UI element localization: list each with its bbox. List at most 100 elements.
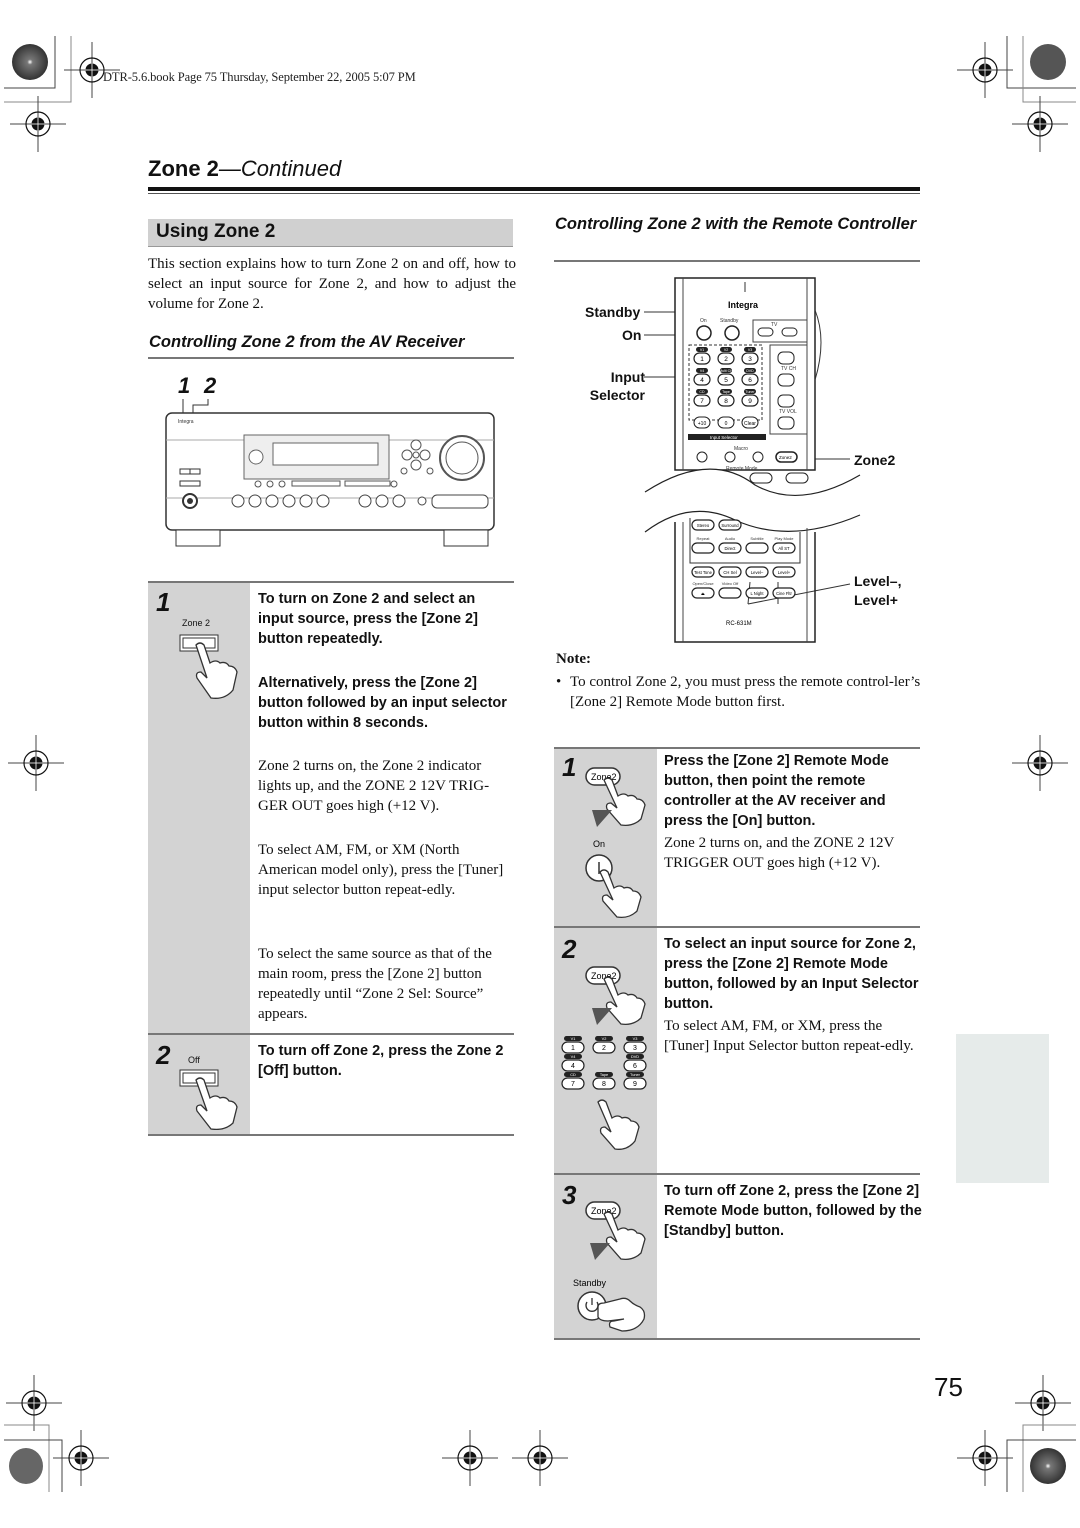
remote-key[interactable] bbox=[718, 587, 742, 599]
on-button[interactable] bbox=[696, 325, 712, 341]
key-label: CH Sel bbox=[723, 570, 736, 575]
registration-mark bbox=[1011, 734, 1069, 792]
header-rule-thin bbox=[148, 193, 920, 194]
table-rule bbox=[148, 1134, 514, 1136]
hand-press-zone2-button-icon bbox=[179, 634, 238, 699]
bullet: • bbox=[556, 674, 562, 690]
tv-input-button[interactable] bbox=[781, 327, 798, 337]
step-1-paragraph: To select AM, FM, or XM (North American … bbox=[258, 842, 504, 898]
key-tag-label: CD bbox=[699, 390, 705, 394]
starburst-mark-bottom-left bbox=[9, 1448, 43, 1484]
step-number: 1 bbox=[156, 587, 171, 617]
off-button-label: Off bbox=[188, 1055, 200, 1065]
key-label: Test Tone bbox=[694, 570, 713, 575]
key-tag-label: V3 bbox=[748, 348, 752, 352]
key-label: 4 bbox=[571, 1063, 575, 1070]
registration-mark bbox=[511, 1429, 569, 1487]
step-2-remote-icons: Zone2 V11V22V33V44DVD6CD7Tape8Tuner9 bbox=[561, 966, 647, 1150]
header-rule bbox=[148, 187, 920, 191]
key-label: +10 bbox=[698, 421, 707, 427]
registration-mark bbox=[1011, 95, 1069, 153]
key-caption: Audio bbox=[725, 536, 736, 541]
input-selector-label: Input Selector bbox=[710, 435, 738, 440]
key-tag-label: Tape bbox=[600, 1073, 608, 1077]
remote-mode-label: Remote Mode bbox=[726, 466, 758, 472]
label-on: On bbox=[700, 318, 707, 324]
key-label: 1 bbox=[700, 356, 704, 363]
step-1-remote-icons: Zone2 On bbox=[585, 767, 646, 919]
remote-brand: Integra bbox=[728, 300, 759, 310]
remote-key[interactable] bbox=[745, 542, 769, 554]
label-tv: TV bbox=[771, 322, 778, 328]
key-label: 7 bbox=[700, 398, 704, 405]
receiver-brand: Integra bbox=[178, 419, 194, 425]
table-rule bbox=[554, 1338, 920, 1340]
macro-3-button[interactable] bbox=[752, 451, 764, 463]
key-tag-label: Tuner bbox=[630, 1073, 641, 1077]
key-label: 6 bbox=[748, 377, 752, 384]
key-label: Stereo bbox=[697, 523, 710, 528]
standby-button[interactable] bbox=[724, 325, 740, 341]
key-label: Level– bbox=[751, 570, 764, 575]
side-tab bbox=[956, 1034, 1049, 1183]
on-icon-label: On bbox=[593, 839, 605, 849]
key-tag-label: V3 bbox=[633, 1037, 638, 1041]
key-tag-label: Tuner bbox=[745, 390, 755, 394]
down-arrow-icon bbox=[590, 1233, 610, 1260]
step-2-instruction: To select an input source for Zone 2, pr… bbox=[664, 936, 919, 1012]
zone2-key-label: Zone2 bbox=[779, 455, 792, 460]
key-tag-label: CD bbox=[570, 1073, 576, 1077]
key-label: Direct bbox=[725, 546, 737, 551]
note-text: To control Zone 2, you must press the re… bbox=[570, 674, 921, 710]
key-tag-label: DVD bbox=[631, 1055, 639, 1059]
label-tv-vol: TV VOL bbox=[779, 409, 797, 415]
remote-model: RC-631M bbox=[726, 621, 752, 627]
starburst-mark-top-right bbox=[1030, 44, 1066, 80]
starburst-mark-top-left bbox=[12, 44, 48, 80]
section-title: Using Zone 2 bbox=[156, 221, 276, 242]
key-label: 3 bbox=[633, 1045, 637, 1052]
key-label: 9 bbox=[748, 398, 752, 405]
standby-icon-label: Standby bbox=[573, 1278, 607, 1288]
registration-mark bbox=[52, 1429, 110, 1487]
key-tag-label: DVD bbox=[746, 369, 754, 373]
page-title-main: Zone 2 bbox=[148, 156, 219, 181]
subheading-av-receiver: Controlling Zone 2 from the AV Receiver bbox=[149, 333, 465, 351]
remote-key[interactable] bbox=[691, 542, 715, 554]
macro-1-button[interactable] bbox=[696, 451, 708, 463]
key-label: 6 bbox=[633, 1063, 637, 1070]
input-selector-keypad-icon: V11V22V33V44DVD6CD7Tape8Tuner9 bbox=[561, 1036, 647, 1090]
key-label: Cine Fltr bbox=[776, 591, 792, 596]
key-label: 0 bbox=[725, 421, 728, 427]
key-label: 7 bbox=[571, 1081, 575, 1088]
section-intro: This section explains how to turn Zone 2… bbox=[148, 256, 516, 312]
step-1-alt-instruction: Alternatively, press the [Zone 2] button… bbox=[258, 675, 507, 731]
key-label: 9 bbox=[633, 1081, 637, 1088]
zone2-button-label: Zone 2 bbox=[182, 618, 211, 628]
macro-2-button[interactable] bbox=[724, 451, 736, 463]
key-tag-label: V4 bbox=[700, 369, 704, 373]
tv-power-button[interactable] bbox=[757, 327, 774, 337]
step-1-paragraph: To select the same source as that of the… bbox=[258, 946, 492, 1022]
remote-controller-illustration: Integra On Standby TV TV CH TV VOL V1 1 V2… bbox=[644, 277, 861, 643]
key-tag-label: Tape bbox=[722, 390, 730, 394]
registration-mark bbox=[7, 734, 65, 792]
macro-label: Macro bbox=[734, 446, 748, 452]
step-2-instruction: To turn off Zone 2, press the Zone 2 [Of… bbox=[258, 1043, 504, 1079]
starburst-mark-bottom-right bbox=[1030, 1448, 1066, 1484]
key-tag-label: V1 bbox=[571, 1037, 576, 1041]
key-label: 3 bbox=[748, 356, 752, 363]
key-label: 4 bbox=[700, 377, 704, 384]
key-tag-label: V2 bbox=[602, 1037, 607, 1041]
hand-press-off-button-icon bbox=[179, 1069, 238, 1130]
key-label: ⏏ bbox=[701, 591, 705, 596]
step-1-instruction: Press the [Zone 2] Remote Mode button, t… bbox=[664, 753, 889, 829]
registration-mark bbox=[9, 95, 67, 153]
subheading-rule bbox=[554, 260, 920, 262]
registration-mark bbox=[956, 1429, 1014, 1487]
step-1-instruction: To turn on Zone 2 and select an input so… bbox=[258, 591, 478, 647]
registration-mark bbox=[5, 1374, 63, 1432]
step-3-remote-icons: Zone2 Standby bbox=[573, 1201, 646, 1332]
key-caption: Repeat bbox=[697, 536, 711, 541]
step-number: 1 bbox=[562, 752, 577, 782]
